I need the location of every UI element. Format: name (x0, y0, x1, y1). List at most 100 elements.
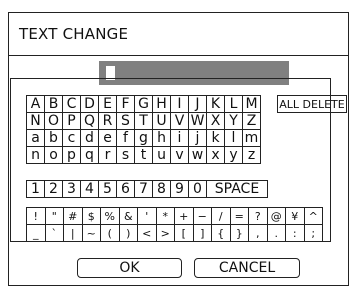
key-keyboard-sym1-4[interactable]: % (100, 207, 120, 225)
key-keyboard-sym2-8[interactable]: [ (174, 224, 194, 242)
key-keyboard-sym2-4[interactable]: ( (100, 224, 120, 242)
key-keyboard-upper2-11[interactable]: Y (224, 112, 243, 130)
key-keyboard-upper1-4[interactable]: E (98, 95, 117, 113)
key-keyboard-lower2-9[interactable]: w (188, 146, 207, 164)
key-keyboard-upper2-9[interactable]: W (188, 112, 207, 130)
key-keyboard-lower2-8[interactable]: v (170, 146, 189, 164)
key-keyboard-upper2-5[interactable]: S (116, 112, 135, 130)
key-keyboard-sym1-0[interactable]: ! (26, 207, 46, 225)
key-keyboard-upper2-4[interactable]: R (98, 112, 117, 130)
key-keyboard-sym2-10[interactable]: { (211, 224, 231, 242)
key-keyboard-sym1-2[interactable]: # (63, 207, 83, 225)
key-keyboard-lower2-2[interactable]: p (62, 146, 81, 164)
key-keyboard-digits-8[interactable]: 9 (170, 180, 189, 198)
key-keyboard-lower1-5[interactable]: f (116, 129, 135, 147)
key-keyboard-sym1-14[interactable]: ¥ (285, 207, 305, 225)
key-keyboard-lower2-7[interactable]: u (152, 146, 171, 164)
key-keyboard-lower2-1[interactable]: o (44, 146, 63, 164)
key-keyboard-sym2-13[interactable]: . (266, 224, 286, 242)
key-keyboard-sym2-1[interactable]: ` (44, 224, 64, 242)
key-keyboard-lower1-6[interactable]: g (134, 129, 153, 147)
key-keyboard-space[interactable]: SPACE (206, 180, 268, 198)
key-keyboard-sym2-6[interactable]: < (137, 224, 157, 242)
key-keyboard-sym2-15[interactable]: ; (303, 224, 323, 242)
key-keyboard-sym2-9[interactable]: ] (192, 224, 212, 242)
key-keyboard-upper1-11[interactable]: L (224, 95, 243, 113)
key-keyboard-upper1-0[interactable]: A (26, 95, 45, 113)
key-keyboard-lower1-11[interactable]: l (224, 129, 243, 147)
key-keyboard-digits-3[interactable]: 4 (80, 180, 99, 198)
key-keyboard-sym1-15[interactable]: ^ (303, 207, 323, 225)
key-keyboard-lower1-3[interactable]: d (80, 129, 99, 147)
key-keyboard-upper1-12[interactable]: M (242, 95, 261, 113)
key-keyboard-lower2-6[interactable]: t (134, 146, 153, 164)
key-keyboard-digits-1[interactable]: 2 (44, 180, 63, 198)
key-keyboard-upper2-2[interactable]: P (62, 112, 81, 130)
key-keyboard-lower1-0[interactable]: a (26, 129, 45, 147)
key-keyboard-sym1-3[interactable]: $ (81, 207, 101, 225)
key-keyboard-lower2-5[interactable]: s (116, 146, 135, 164)
key-keyboard-upper2-8[interactable]: V (170, 112, 189, 130)
key-keyboard-sym2-7[interactable]: > (155, 224, 175, 242)
key-keyboard-digits-2[interactable]: 3 (62, 180, 81, 198)
key-keyboard-sym2-3[interactable]: ~ (81, 224, 101, 242)
key-keyboard-lower2-10[interactable]: x (206, 146, 225, 164)
key-keyboard-sym1-8[interactable]: + (174, 207, 194, 225)
key-keyboard-sym2-0[interactable]: _ (26, 224, 46, 242)
all-delete-button[interactable]: ALL DELETE (277, 95, 347, 113)
key-keyboard-lower2-4[interactable]: r (98, 146, 117, 164)
key-keyboard-lower1-10[interactable]: k (206, 129, 225, 147)
key-keyboard-upper2-3[interactable]: Q (80, 112, 99, 130)
key-keyboard-upper1-9[interactable]: J (188, 95, 207, 113)
cancel-button[interactable]: CANCEL (194, 258, 300, 278)
key-keyboard-upper1-8[interactable]: I (170, 95, 189, 113)
ok-button[interactable]: OK (77, 258, 182, 278)
key-keyboard-sym1-12[interactable]: ? (248, 207, 268, 225)
key-keyboard-sym2-14[interactable]: : (285, 224, 305, 242)
key-keyboard-digits-6[interactable]: 7 (134, 180, 153, 198)
key-keyboard-sym1-13[interactable]: @ (266, 207, 286, 225)
title-divider (9, 55, 348, 56)
key-keyboard-upper2-12[interactable]: Z (242, 112, 261, 130)
key-keyboard-sym1-9[interactable]: − (192, 207, 212, 225)
key-keyboard-lower2-11[interactable]: y (224, 146, 243, 164)
key-keyboard-sym1-11[interactable]: = (229, 207, 249, 225)
key-keyboard-upper1-10[interactable]: K (206, 95, 225, 113)
key-keyboard-lower2-3[interactable]: q (80, 146, 99, 164)
key-keyboard-upper1-5[interactable]: F (116, 95, 135, 113)
key-keyboard-lower1-9[interactable]: j (188, 129, 207, 147)
key-keyboard-lower1-12[interactable]: m (242, 129, 261, 147)
key-keyboard-upper2-0[interactable]: N (26, 112, 45, 130)
key-keyboard-lower1-8[interactable]: i (170, 129, 189, 147)
key-keyboard-digits-4[interactable]: 5 (98, 180, 117, 198)
key-keyboard-upper1-7[interactable]: H (152, 95, 171, 113)
key-keyboard-lower2-12[interactable]: z (242, 146, 261, 164)
key-keyboard-sym1-6[interactable]: ' (137, 207, 157, 225)
key-keyboard-digits-9[interactable]: 0 (188, 180, 207, 198)
key-keyboard-digits-0[interactable]: 1 (26, 180, 45, 198)
key-keyboard-upper2-6[interactable]: T (134, 112, 153, 130)
dialog-title: TEXT CHANGE (19, 25, 129, 43)
key-keyboard-sym1-7[interactable]: * (155, 207, 175, 225)
key-keyboard-upper2-1[interactable]: O (44, 112, 63, 130)
key-keyboard-upper1-2[interactable]: C (62, 95, 81, 113)
key-keyboard-sym2-11[interactable]: } (229, 224, 249, 242)
key-keyboard-sym1-10[interactable]: / (211, 207, 231, 225)
key-keyboard-lower1-2[interactable]: c (62, 129, 81, 147)
key-keyboard-sym1-1[interactable]: " (44, 207, 64, 225)
key-keyboard-upper2-7[interactable]: U (152, 112, 171, 130)
key-keyboard-digits-7[interactable]: 8 (152, 180, 171, 198)
key-keyboard-sym2-12[interactable]: , (248, 224, 268, 242)
key-keyboard-sym1-5[interactable]: & (118, 207, 138, 225)
key-keyboard-upper1-6[interactable]: G (134, 95, 153, 113)
key-keyboard-upper1-1[interactable]: B (44, 95, 63, 113)
key-keyboard-digits-5[interactable]: 6 (116, 180, 135, 198)
key-keyboard-sym2-2[interactable]: | (63, 224, 83, 242)
key-keyboard-lower1-4[interactable]: e (98, 129, 117, 147)
key-keyboard-lower1-1[interactable]: b (44, 129, 63, 147)
key-keyboard-upper1-3[interactable]: D (80, 95, 99, 113)
key-keyboard-upper2-10[interactable]: X (206, 112, 225, 130)
key-keyboard-sym2-5[interactable]: ) (118, 224, 138, 242)
key-keyboard-lower1-7[interactable]: h (152, 129, 171, 147)
key-keyboard-lower2-0[interactable]: n (26, 146, 45, 164)
